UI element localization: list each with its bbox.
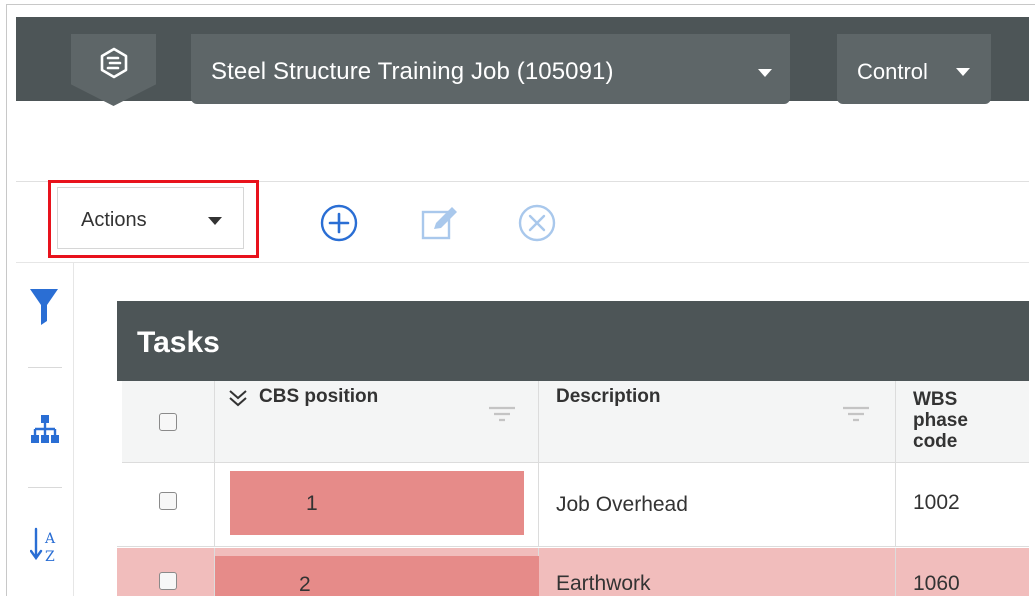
grid-title-bar: Tasks <box>117 301 1029 381</box>
column-label: WBS phase code <box>913 389 968 452</box>
table-row[interactable]: 2 Earthwork 1060 <box>117 548 1029 596</box>
control-selector[interactable]: Control <box>837 34 991 104</box>
add-circle-icon[interactable] <box>318 202 360 244</box>
chevron-down-icon <box>758 69 772 77</box>
cbs-position-badge: 1 <box>230 471 524 535</box>
left-rail: A Z <box>16 263 74 596</box>
filter-icon[interactable] <box>29 287 59 332</box>
column-label-line: code <box>913 431 958 452</box>
control-selector-label: Control <box>857 59 928 84</box>
description-cell: Job Overhead <box>539 463 896 546</box>
rail-divider <box>28 487 62 488</box>
cancel-circle-icon[interactable] <box>516 202 558 244</box>
cbs-position-cell: 2 <box>215 548 539 596</box>
logo-icon <box>100 47 128 79</box>
cbs-position-badge: 2 <box>215 556 539 596</box>
wbs-value: 1060 <box>913 572 960 595</box>
wbs-cell: 1060 <box>896 548 1029 596</box>
column-label-line: phase <box>913 410 968 431</box>
header-select-all-cell <box>122 381 215 463</box>
grid-title: Tasks <box>137 326 220 359</box>
column-label: Description <box>556 386 661 407</box>
row-select-cell <box>122 463 215 546</box>
description-cell: Earthwork <box>539 548 896 596</box>
column-header-cbs-position[interactable]: CBS position <box>215 381 539 463</box>
sort-az-icon[interactable]: A Z <box>29 525 60 574</box>
wbs-value: 1002 <box>913 491 960 514</box>
table-row[interactable]: 1 Job Overhead 1002 <box>117 463 1029 547</box>
app-logo[interactable] <box>71 34 156 106</box>
annotation-highlight-box <box>48 180 259 258</box>
column-header-description[interactable]: Description <box>539 381 896 463</box>
wbs-cell: 1002 <box>896 463 1029 546</box>
cbs-position-cell: 1 <box>215 463 539 546</box>
column-filter-icon[interactable] <box>487 405 517 423</box>
hierarchy-icon[interactable] <box>30 413 60 450</box>
edit-icon[interactable] <box>417 200 459 242</box>
row-select-cell <box>122 548 215 596</box>
svg-text:A: A <box>44 531 56 547</box>
column-header-wbs-phase-code[interactable]: WBS phase code <box>896 381 1029 463</box>
rail-divider <box>28 367 62 368</box>
job-selector[interactable]: Steel Structure Training Job (105091) <box>191 34 790 104</box>
chevron-down-icon <box>956 68 970 76</box>
job-selector-label: Steel Structure Training Job (105091) <box>211 58 614 85</box>
description-value: Earthwork <box>556 572 651 595</box>
row-checkbox[interactable] <box>159 492 177 510</box>
description-value: Job Overhead <box>556 493 688 516</box>
select-all-checkbox[interactable] <box>159 413 177 431</box>
toolbar-divider-bottom <box>16 262 1029 263</box>
tasks-grid: Tasks CBS position Description WBS phase… <box>117 301 1029 596</box>
top-header: Steel Structure Training Job (105091) Co… <box>16 17 1029 106</box>
column-label: CBS position <box>259 386 379 407</box>
column-label-line: WBS <box>913 389 958 410</box>
chevron-double-down-icon[interactable] <box>227 389 249 407</box>
column-filter-icon[interactable] <box>841 405 871 423</box>
cbs-position-value: 2 <box>299 573 311 596</box>
svg-text:Z: Z <box>45 549 55 565</box>
row-checkbox[interactable] <box>159 572 177 590</box>
cbs-position-value: 1 <box>306 492 318 515</box>
